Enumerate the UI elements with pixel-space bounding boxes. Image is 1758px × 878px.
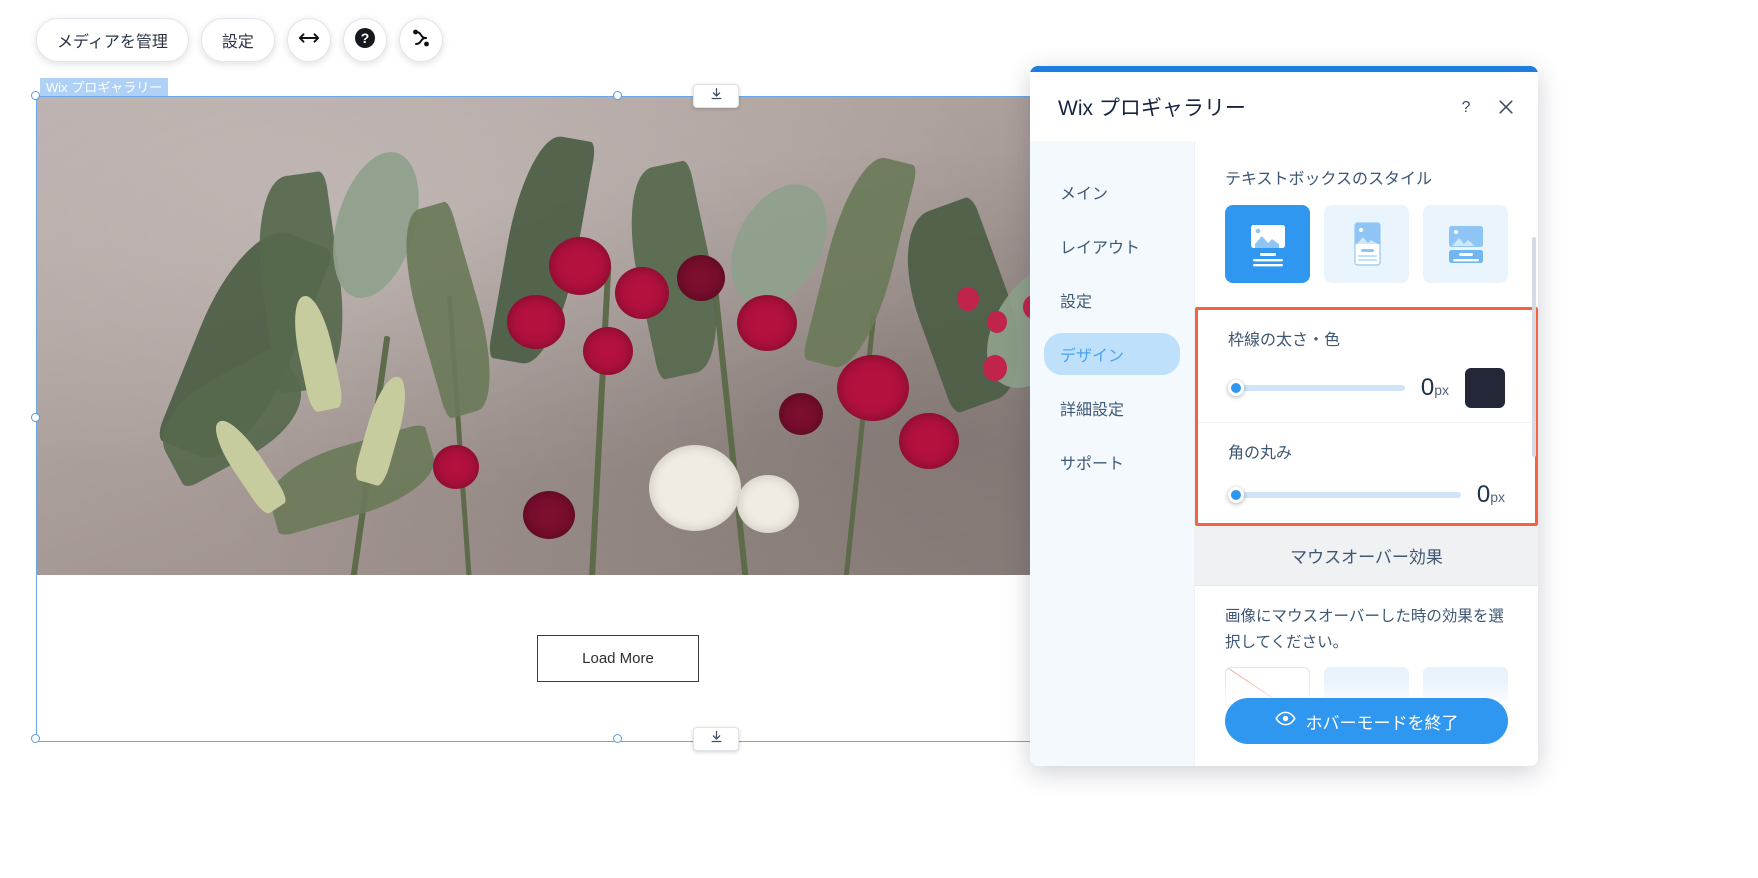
resize-handle-top-left[interactable] (31, 91, 40, 100)
download-arrow-icon (709, 729, 724, 749)
corner-radius-slider-track (1228, 492, 1461, 498)
motion-path-icon (409, 26, 433, 55)
arrows-horizontal-icon (298, 27, 320, 54)
exit-hover-mode-button[interactable]: ホバーモードを終了 (1225, 698, 1508, 744)
border-slider-track (1228, 385, 1405, 391)
corner-radius-control-row: 0px (1228, 481, 1505, 509)
panel-sidebar: メイン レイアウト 設定 デザイン 詳細設定 サポート (1030, 141, 1194, 766)
download-arrow-icon (709, 86, 724, 106)
panel-help-button[interactable]: ? (1456, 97, 1476, 117)
corner-radius-value-unit: px (1490, 489, 1505, 505)
border-label: 枠線の太さ・色 (1228, 332, 1341, 349)
border-slider-knob[interactable] (1228, 380, 1244, 396)
help-button[interactable]: ? (342, 18, 387, 62)
style-text-below-image-icon (1353, 222, 1381, 266)
svg-text:?: ? (1462, 99, 1471, 116)
panel-content-scroll: テキストボックスのスタイル 枠線の太さ・色 0px 角の丸み 0px マウスオー… (1195, 141, 1538, 766)
panel-close-button[interactable] (1496, 97, 1516, 117)
panel-body: メイン レイアウト 設定 デザイン 詳細設定 サポート テキストボックスのスタイ… (1030, 141, 1538, 766)
resize-handle-top-center[interactable] (613, 91, 622, 100)
sidebar-item-support[interactable]: サポート (1044, 441, 1180, 483)
stretch-button[interactable] (286, 18, 331, 62)
load-more-area: Load More (37, 575, 1199, 741)
animation-button[interactable] (398, 18, 443, 62)
load-more-button[interactable]: Load More (537, 634, 699, 682)
border-width-slider[interactable] (1228, 380, 1405, 396)
manage-media-label: メディアを管理 (57, 34, 168, 51)
sidebar-item-advanced[interactable]: 詳細設定 (1044, 387, 1180, 429)
editor-screen: メディアを管理 設定 ? Wix プロギャラリー Load More Wix プ… (0, 0, 1758, 878)
sidebar-item-layout[interactable]: レイアウト (1044, 225, 1180, 267)
border-value: 0px (1421, 374, 1449, 402)
panel-content: テキストボックスのスタイル 枠線の太さ・色 0px 角の丸み 0px マウスオー… (1194, 141, 1538, 766)
corner-radius-value: 0px (1477, 481, 1505, 509)
panel-scrollbar[interactable] (1532, 237, 1536, 457)
textbox-style-options (1195, 205, 1538, 303)
resize-handle-left-middle[interactable] (31, 413, 40, 422)
border-control: 枠線の太さ・色 0px (1198, 310, 1535, 422)
eye-icon (1274, 708, 1296, 734)
resize-handle-bottom-left[interactable] (31, 734, 40, 743)
panel-footer: ホバーモードを終了 (1195, 680, 1538, 766)
highlighted-controls-group: 枠線の太さ・色 0px 角の丸み 0px (1195, 307, 1538, 526)
border-value-unit: px (1434, 382, 1449, 398)
panel-header: Wix プロギャラリー ? (1030, 72, 1538, 141)
corner-radius-value-number: 0 (1476, 481, 1491, 508)
corner-radius-control: 角の丸み 0px (1198, 422, 1535, 523)
border-value-number: 0 (1420, 374, 1435, 401)
top-drag-tab[interactable] (693, 84, 739, 108)
border-control-row: 0px (1228, 368, 1505, 408)
sidebar-item-design[interactable]: デザイン (1044, 333, 1180, 375)
svg-text:?: ? (361, 30, 370, 46)
style-image-over-text-icon (1250, 225, 1285, 267)
hover-effect-section-header[interactable]: マウスオーバー効果 (1195, 526, 1538, 586)
gallery-photo[interactable] (37, 97, 1199, 575)
textbox-style-option-3[interactable] (1423, 205, 1508, 283)
bottom-drag-tab[interactable] (693, 727, 739, 751)
textbox-style-title: テキストボックスのスタイル (1225, 171, 1433, 188)
border-color-swatch[interactable] (1465, 368, 1505, 408)
style-text-overlay-bottom-icon (1448, 226, 1483, 263)
settings-button[interactable]: 設定 (200, 18, 275, 62)
gallery-settings-panel: Wix プロギャラリー ? メイン レイアウト 設定 デザイン 詳細設定 サポー… (1030, 66, 1538, 766)
panel-title: Wix プロギャラリー (1058, 96, 1246, 120)
sidebar-item-main[interactable]: メイン (1044, 171, 1180, 213)
question-mark-circle-icon: ? (353, 26, 377, 55)
close-x-icon (1499, 99, 1513, 114)
manage-media-button[interactable]: メディアを管理 (36, 18, 189, 62)
resize-handle-bottom-center[interactable] (613, 734, 622, 743)
textbox-style-option-1[interactable] (1225, 205, 1310, 283)
bouquet-illustration (37, 130, 1199, 575)
question-mark-icon: ? (1462, 99, 1471, 116)
textbox-style-option-2[interactable] (1324, 205, 1409, 283)
hover-effect-description: 画像にマウスオーバーした時の効果を選択してください。 (1225, 608, 1504, 651)
corner-radius-slider-knob[interactable] (1228, 487, 1244, 503)
settings-label: 設定 (221, 34, 254, 51)
corner-radius-slider[interactable] (1228, 487, 1461, 503)
component-toolbar: メディアを管理 設定 ? (36, 18, 443, 62)
sidebar-item-settings[interactable]: 設定 (1044, 279, 1180, 321)
corner-radius-label: 角の丸み (1228, 445, 1293, 462)
panel-header-actions: ? (1456, 97, 1516, 117)
exit-hover-mode-label: ホバーモードを終了 (1305, 713, 1459, 733)
